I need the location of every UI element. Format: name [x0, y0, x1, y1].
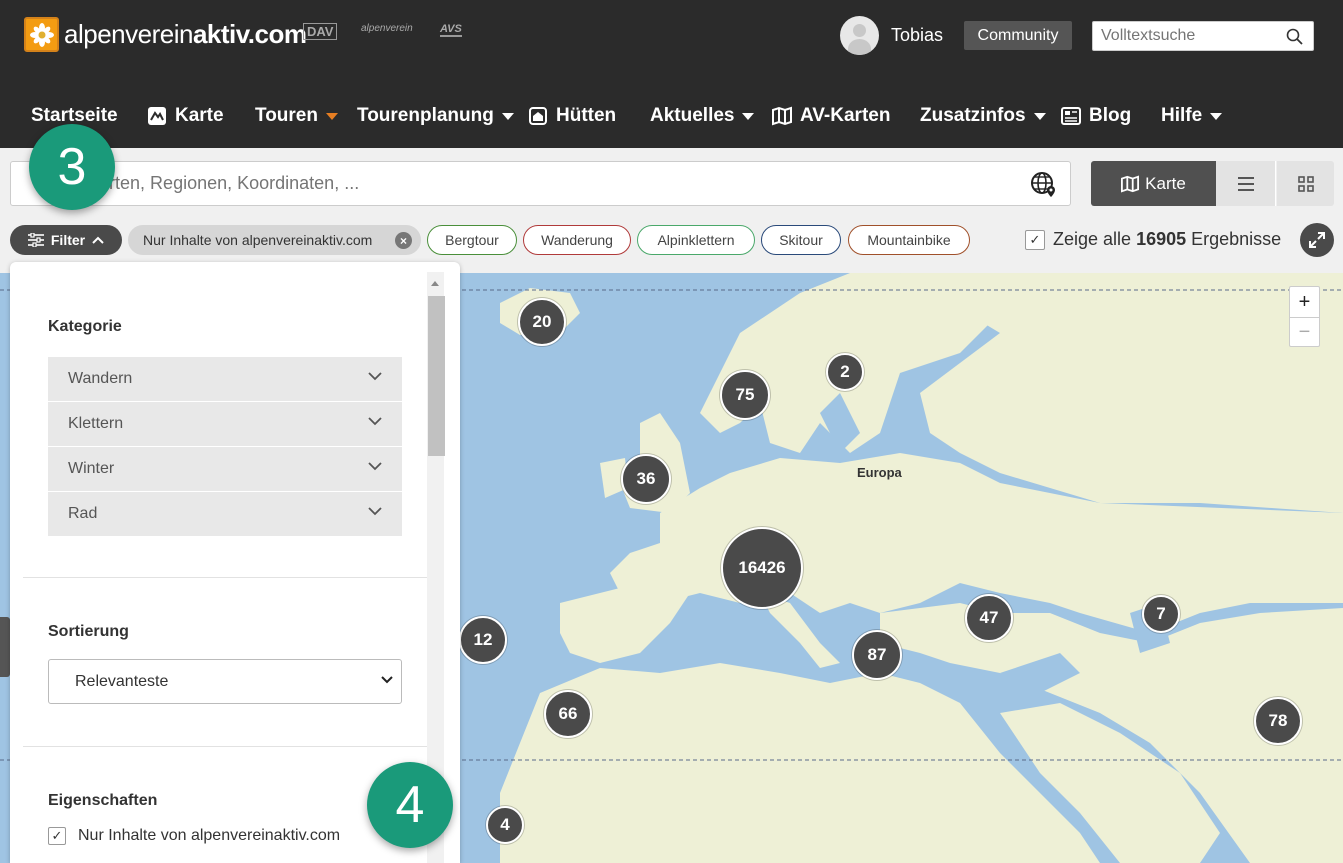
oeav-logo[interactable]: alpenverein — [361, 23, 413, 34]
chip-bergtour[interactable]: Bergtour — [427, 225, 517, 255]
chip-skitour[interactable]: Skitour — [761, 225, 841, 255]
chevron-down-icon — [368, 507, 382, 516]
location-search-input[interactable] — [41, 162, 1021, 205]
zoom-in-button[interactable]: + — [1290, 287, 1319, 317]
map-icon — [148, 107, 166, 125]
community-button[interactable]: Community — [964, 21, 1072, 50]
nav-zusatzinfos[interactable]: Zusatzinfos — [920, 105, 1046, 127]
nav-karte[interactable]: Karte — [147, 105, 224, 127]
nav-tourenplanung[interactable]: Tourenplanung — [357, 105, 514, 127]
chip-mountainbike[interactable]: Mountainbike — [848, 225, 970, 255]
search-icon[interactable] — [1286, 28, 1303, 45]
zoom-out-button[interactable]: − — [1290, 317, 1319, 347]
side-panel-toggle[interactable] — [0, 617, 10, 677]
map-cluster[interactable]: 66 — [544, 690, 592, 738]
avs-logo[interactable]: AVS — [440, 23, 462, 37]
result-count: 16905 — [1136, 229, 1187, 249]
nav-touren[interactable]: Touren — [255, 105, 338, 127]
map-cluster[interactable]: 75 — [720, 370, 770, 420]
map-cluster[interactable]: 16426 — [721, 527, 803, 609]
chevron-down-icon — [1033, 112, 1046, 120]
view-list-button[interactable] — [1216, 161, 1276, 206]
view-grid-button[interactable] — [1277, 161, 1334, 206]
folded-map-icon — [1121, 175, 1140, 192]
expand-icon — [1309, 232, 1325, 248]
divider — [23, 746, 427, 747]
fullscreen-button[interactable] — [1300, 223, 1334, 257]
show-all-results[interactable]: ✓ Zeige alle 16905 Ergebnisse — [1025, 229, 1281, 250]
map-cluster[interactable]: 7 — [1142, 595, 1180, 633]
scrollbar-thumb[interactable] — [428, 296, 445, 456]
map-label-europe: Europa — [857, 465, 902, 480]
newspaper-icon — [1061, 107, 1081, 125]
top-header: alpenvereinaktiv.com DAV alpenverein AVS… — [0, 0, 1343, 148]
nav-blog[interactable]: Blog — [1061, 105, 1131, 127]
checkbox-checked[interactable]: ✓ — [48, 827, 66, 845]
user-name: Tobias — [891, 25, 944, 45]
scroll-up-icon[interactable] — [431, 281, 439, 286]
active-filter-chip[interactable]: Nur Inhalte von alpenvereinaktiv.com × — [128, 225, 421, 255]
location-search — [10, 161, 1071, 206]
grid-icon — [1297, 175, 1314, 192]
fulltext-search-input[interactable] — [1093, 22, 1273, 50]
map-cluster[interactable]: 4 — [486, 806, 524, 844]
sort-select[interactable]: Relevanteste — [48, 659, 402, 704]
chevron-down-icon — [381, 676, 393, 684]
globe-location-icon[interactable] — [1030, 171, 1058, 199]
category-wandern[interactable]: Wandern — [48, 357, 402, 401]
sliders-icon — [27, 233, 44, 247]
chip-wanderung[interactable]: Wanderung — [523, 225, 631, 255]
chevron-up-icon — [92, 236, 104, 244]
step-marker-4: 4 — [367, 762, 453, 848]
category-klettern[interactable]: Klettern — [48, 402, 402, 446]
map-cluster[interactable]: 47 — [965, 594, 1013, 642]
property-alpenvereinaktiv-only[interactable]: ✓ Nur Inhalte von alpenvereinaktiv.com — [48, 827, 340, 845]
nav-aktuelles[interactable]: Aktuelles — [650, 105, 755, 127]
user-menu[interactable]: Tobias — [840, 16, 943, 55]
show-all-checkbox[interactable]: ✓ — [1025, 229, 1045, 250]
step-marker-3: 3 — [29, 124, 115, 210]
hut-icon — [529, 107, 547, 125]
nav-huetten[interactable]: Hütten — [528, 105, 616, 127]
chevron-down-icon — [368, 372, 382, 381]
nav-av-karten[interactable]: AV-Karten — [772, 105, 890, 127]
edelweiss-icon — [24, 17, 59, 52]
list-icon — [1237, 176, 1254, 191]
divider — [23, 577, 427, 578]
kategorie-title: Kategorie — [48, 318, 122, 335]
map-cluster[interactable]: 36 — [621, 454, 671, 504]
map-cluster[interactable]: 20 — [518, 298, 566, 346]
logo-wordmark: alpenvereinaktiv.com — [64, 19, 307, 49]
chevron-down-icon — [501, 112, 514, 120]
map-cluster[interactable]: 87 — [852, 630, 902, 680]
category-winter[interactable]: Winter — [48, 447, 402, 491]
zoom-control: + − — [1289, 286, 1320, 347]
map-cluster[interactable]: 78 — [1254, 697, 1302, 745]
sortierung-title: Sortierung — [48, 623, 129, 640]
chevron-down-icon — [742, 112, 755, 120]
filter-toggle-button[interactable]: Filter — [10, 225, 122, 255]
map-cluster[interactable]: 12 — [459, 616, 507, 664]
fulltext-search — [1092, 21, 1314, 51]
chevron-down-icon — [325, 112, 338, 120]
folded-map-icon — [772, 106, 792, 126]
map-cluster[interactable]: 2 — [826, 353, 864, 391]
dav-logo[interactable]: DAV — [303, 23, 338, 40]
category-rad[interactable]: Rad — [48, 492, 402, 536]
view-map-button[interactable]: Karte — [1091, 161, 1216, 206]
main-nav: Startseite Karte Touren Tourenplanung Hü… — [0, 105, 1343, 135]
chevron-down-icon — [1210, 112, 1223, 120]
chevron-down-icon — [368, 417, 382, 426]
site-logo[interactable]: alpenvereinaktiv.com — [24, 17, 307, 52]
avatar — [840, 16, 879, 55]
nav-hilfe[interactable]: Hilfe — [1161, 105, 1223, 127]
chip-alpinklettern[interactable]: Alpinklettern — [637, 225, 755, 255]
close-icon[interactable]: × — [395, 232, 412, 249]
eigenschaften-title: Eigenschaften — [48, 792, 158, 809]
chevron-down-icon — [368, 462, 382, 471]
